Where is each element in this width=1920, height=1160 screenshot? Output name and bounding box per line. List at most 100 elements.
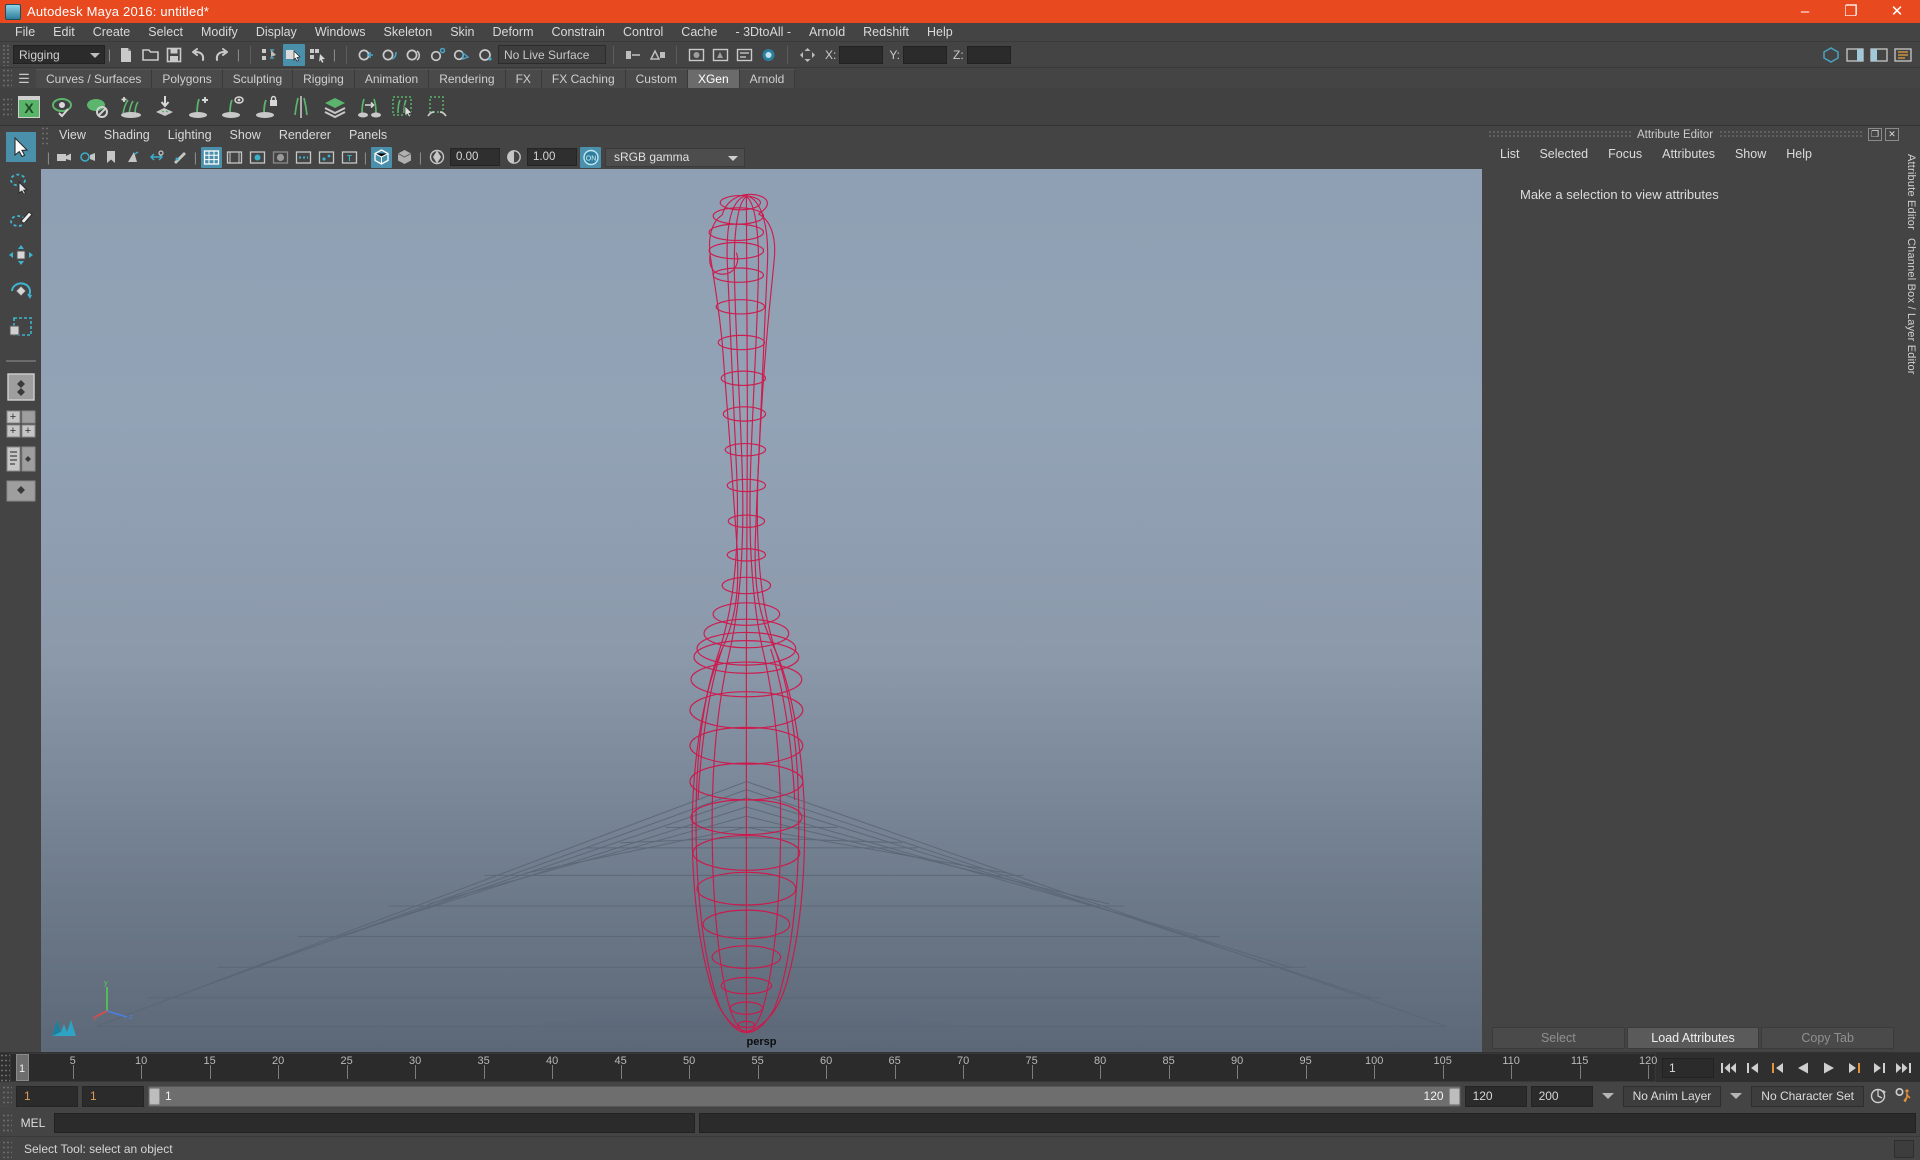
paint-select-tool[interactable] (6, 204, 36, 234)
render-settings-icon[interactable] (733, 44, 755, 66)
select-tool[interactable] (5, 132, 36, 162)
range-start-field[interactable]: 1 (82, 1085, 144, 1107)
select-hierarchy-icon[interactable] (259, 44, 281, 66)
animation-prefs-icon[interactable] (1893, 1086, 1914, 1107)
shelf-row-grip[interactable] (2, 96, 12, 117)
anim-layer-field[interactable]: No Anim Layer (1622, 1085, 1722, 1107)
character-set-chevron-icon[interactable] (1730, 1093, 1743, 1099)
transform-field-icon[interactable] (796, 44, 818, 66)
snap-to-curve-icon[interactable] (379, 44, 401, 66)
menu-edit[interactable]: Edit (44, 23, 84, 42)
viewport-menu-show[interactable]: Show (221, 126, 270, 145)
auto-key-icon[interactable] (1868, 1086, 1889, 1107)
viewport-menu-shading[interactable]: Shading (95, 126, 159, 145)
quick-layout-outliner-persp[interactable] (6, 446, 36, 475)
preview-disable-icon[interactable] (80, 90, 114, 124)
ae-menu-list[interactable]: List (1490, 143, 1529, 165)
play-backwards-icon[interactable] (1793, 1057, 1814, 1078)
range-slider-bar[interactable]: 1 120 (148, 1085, 1461, 1107)
bookmark-icon[interactable] (100, 147, 121, 168)
smooth-shading-icon[interactable] (270, 147, 291, 168)
step-forward-frame-icon[interactable] (1868, 1057, 1889, 1078)
quick-layout-single-pane[interactable] (6, 372, 36, 405)
range-slider-grip[interactable] (2, 1085, 12, 1107)
next-key-icon[interactable] (1843, 1057, 1864, 1078)
show-hide-channel-box-icon[interactable] (1892, 44, 1914, 66)
menu-windows[interactable]: Windows (306, 23, 375, 42)
menu-help[interactable]: Help (918, 23, 962, 42)
history-on-icon[interactable] (622, 44, 644, 66)
close-panel-icon[interactable]: ✕ (1885, 128, 1900, 141)
time-slider-track[interactable]: 1 5 10 15 20 25 30 35 40 45 50 55 60 65 70 75 80 85 90 95 1… (10, 1053, 1657, 1082)
preview-toggle-icon[interactable] (46, 90, 80, 124)
snap-to-projected-center-icon[interactable] (427, 44, 449, 66)
show-hide-tool-settings-icon[interactable] (1868, 44, 1890, 66)
film-gate-icon[interactable] (224, 147, 245, 168)
undo-icon[interactable] (187, 44, 209, 66)
grid-toggle-icon[interactable] (201, 146, 222, 168)
layers-icon[interactable] (318, 90, 352, 124)
minimize-button[interactable]: – (1782, 0, 1828, 23)
two-d-pan-zoom-icon[interactable] (146, 147, 167, 168)
menu-modify[interactable]: Modify (192, 23, 247, 42)
color-management-toggle-icon[interactable]: ON (580, 146, 601, 168)
transfer-guides-icon[interactable] (352, 90, 386, 124)
xray-mode-icon[interactable] (371, 146, 392, 168)
shelf-tab-fx[interactable]: FX (505, 69, 542, 88)
move-tool[interactable] (6, 240, 36, 270)
range-start-handle[interactable] (149, 1087, 160, 1105)
exposure-field[interactable]: 0.00 (450, 148, 500, 166)
select-camera-icon[interactable] (54, 147, 75, 168)
menu-cache[interactable]: Cache (672, 23, 726, 42)
ae-menu-help[interactable]: Help (1776, 143, 1822, 165)
show-hide-modeling-toolkit-icon[interactable] (1820, 44, 1842, 66)
menu-constrain[interactable]: Constrain (543, 23, 615, 42)
shelf-tab-arnold[interactable]: Arnold (739, 69, 796, 88)
make-live-icon[interactable] (475, 44, 497, 66)
viewport-menu-view[interactable]: View (50, 126, 95, 145)
character-set-field[interactable]: No Character Set (1751, 1085, 1864, 1107)
ae-menu-focus[interactable]: Focus (1598, 143, 1652, 165)
new-scene-icon[interactable] (115, 44, 137, 66)
animation-start-field[interactable]: 1 (16, 1085, 78, 1107)
history-construction-icon[interactable] (646, 44, 668, 66)
shelf-tab-xgen[interactable]: XGen (687, 69, 740, 88)
mirror-guides-icon[interactable] (284, 90, 318, 124)
help-line-indicator[interactable] (1894, 1139, 1914, 1158)
menu-create[interactable]: Create (84, 23, 140, 42)
undock-panel-icon[interactable]: ❐ (1868, 128, 1883, 141)
texture-toggle-icon[interactable]: T (339, 147, 360, 168)
side-tab-attribute-editor[interactable]: Attribute Editor (1905, 150, 1917, 234)
previous-key-icon[interactable] (1768, 1057, 1789, 1078)
shaded-object-icon[interactable] (394, 147, 415, 168)
toolbar-grip[interactable] (2, 43, 10, 66)
maximize-button[interactable]: ❐ (1828, 0, 1874, 23)
select-guides-icon[interactable] (386, 90, 420, 124)
shelf-menu-button[interactable]: ☰ (12, 69, 36, 88)
xgen-editor-icon[interactable]: X (12, 90, 46, 124)
help-line-grip[interactable] (2, 1139, 12, 1158)
open-scene-icon[interactable] (139, 44, 161, 66)
copy-tab-button[interactable]: Copy Tab (1761, 1027, 1895, 1049)
rotate-tool[interactable] (6, 276, 36, 306)
show-hide-attribute-editor-icon[interactable] (1844, 44, 1866, 66)
coord-z-field[interactable] (966, 45, 1011, 64)
gamma-field[interactable]: 1.00 (527, 148, 577, 166)
go-to-end-icon[interactable] (1893, 1057, 1914, 1078)
play-forwards-icon[interactable] (1818, 1057, 1839, 1078)
shelf-tab-animation[interactable]: Animation (354, 69, 430, 88)
menu-file[interactable]: File (6, 23, 44, 42)
coord-x-field[interactable] (839, 45, 884, 64)
shelf-tab-fx-caching[interactable]: FX Caching (541, 69, 626, 88)
menu-redshift[interactable]: Redshift (854, 23, 918, 42)
viewport-menu-panels[interactable]: Panels (340, 126, 396, 145)
viewport-grip[interactable] (41, 126, 50, 145)
menu-deform[interactable]: Deform (484, 23, 543, 42)
menu-arnold[interactable]: Arnold (800, 23, 854, 42)
current-frame-field[interactable]: 1 (1662, 1057, 1714, 1078)
add-guide-icon[interactable] (182, 90, 216, 124)
anim-layer-chevron-icon[interactable] (1601, 1093, 1614, 1099)
perspective-viewport[interactable]: persp y z x (41, 169, 1482, 1052)
use-all-lights-icon[interactable] (316, 147, 337, 168)
mel-command-input[interactable] (54, 1113, 696, 1133)
